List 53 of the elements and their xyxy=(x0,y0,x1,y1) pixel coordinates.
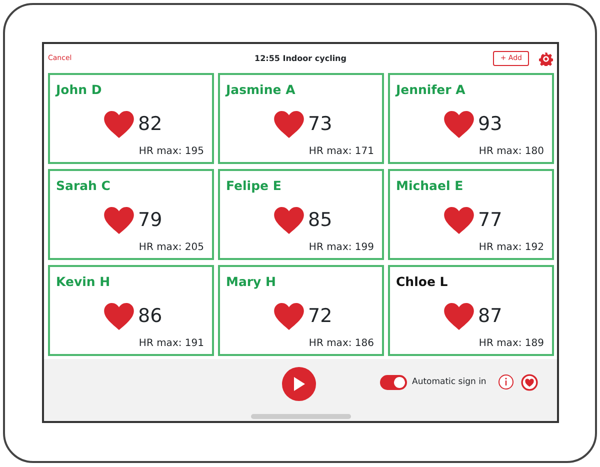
heart-rate: 85 xyxy=(308,211,332,230)
heart-rate: 93 xyxy=(478,115,502,134)
rider-card[interactable]: Kevin H 86 HR max: 191 xyxy=(48,265,214,356)
heart-icon xyxy=(104,111,134,138)
heart-icon xyxy=(104,207,134,234)
heart-icon xyxy=(444,111,474,138)
rider-card[interactable]: Mary H 72 HR max: 186 xyxy=(218,265,384,356)
rider-name: Sarah C xyxy=(56,177,110,195)
hr-max: HR max: 195 xyxy=(138,145,204,159)
heart-rate: 82 xyxy=(138,115,162,134)
hr-max: HR max: 180 xyxy=(478,145,544,159)
rider-name: Jasmine A xyxy=(226,81,296,99)
rider-name: Chloe L xyxy=(396,273,448,291)
rider-name: Kevin H xyxy=(56,273,110,291)
heart-circle-icon[interactable] xyxy=(521,374,538,391)
hr-max: HR max: 205 xyxy=(138,241,204,255)
heart-icon xyxy=(104,303,134,330)
heart-rate: 72 xyxy=(308,307,332,326)
rider-card[interactable]: Michael E 77 HR max: 192 xyxy=(388,169,554,260)
hr-max: HR max: 189 xyxy=(478,337,544,351)
info-icon[interactable] xyxy=(498,374,514,390)
hr-max: HR max: 171 xyxy=(308,145,374,159)
rider-card[interactable]: Sarah C 79 HR max: 205 xyxy=(48,169,214,260)
hr-max: HR max: 186 xyxy=(308,337,374,351)
hr-max: HR max: 199 xyxy=(308,241,374,255)
rider-card[interactable]: Jasmine A 73 HR max: 171 xyxy=(218,73,384,164)
heart-rate: 87 xyxy=(478,307,502,326)
hr-max: HR max: 191 xyxy=(138,337,204,351)
play-icon xyxy=(292,376,306,392)
heart-rate: 77 xyxy=(478,211,502,230)
settings-icon[interactable] xyxy=(539,52,553,66)
heart-icon xyxy=(274,303,304,330)
screen-title: 12:55 Indoor cycling xyxy=(254,54,346,62)
rider-name: Michael E xyxy=(396,177,464,195)
rider-name: Mary H xyxy=(226,273,276,291)
rider-name: Jennifer A xyxy=(396,81,466,99)
rider-name: Felipe E xyxy=(226,177,282,195)
heart-rate: 86 xyxy=(138,307,162,326)
rider-name: John D xyxy=(56,81,102,99)
rider-card[interactable]: John D 82 HR max: 195 xyxy=(48,73,214,164)
heart-icon xyxy=(274,111,304,138)
toggle-label: Automatic sign in xyxy=(412,376,486,389)
hr-max: HR max: 192 xyxy=(478,241,544,255)
heart-icon xyxy=(444,207,474,234)
heart-icon xyxy=(274,207,304,234)
rider-card[interactable]: Chloe L 87 HR max: 189 xyxy=(388,265,554,356)
play-button[interactable] xyxy=(282,367,316,401)
rider-card[interactable]: Felipe E 85 HR max: 199 xyxy=(218,169,384,260)
toggle-switch[interactable] xyxy=(380,375,407,390)
heart-rate: 79 xyxy=(138,211,162,230)
heart-rate: 73 xyxy=(308,115,332,134)
rider-card[interactable]: Jennifer A 93 HR max: 180 xyxy=(388,73,554,164)
heart-icon xyxy=(444,303,474,330)
